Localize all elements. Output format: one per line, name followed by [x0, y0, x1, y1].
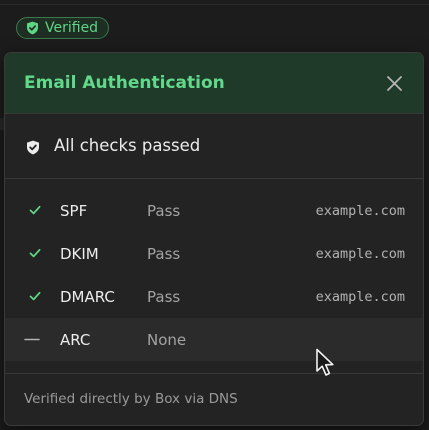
email-authentication-popover: Email Authentication All checks passed S… — [4, 52, 424, 426]
check-row-arc: ARC None — [5, 318, 423, 361]
popover-footer: Verified directly by Box via DNS — [5, 373, 423, 425]
check-domain: example.com — [315, 246, 405, 262]
check-result: Pass — [147, 245, 181, 263]
summary-section: All checks passed — [5, 114, 423, 179]
verified-badge-label: Verified — [45, 20, 99, 36]
check-name: DMARC — [60, 288, 115, 306]
footer-text: Verified directly by Box via DNS — [24, 391, 238, 407]
background-divider — [0, 4, 429, 5]
check-result: None — [147, 331, 187, 349]
check-icon — [29, 204, 41, 216]
check-domain: example.com — [315, 289, 405, 305]
check-result: Pass — [147, 288, 181, 306]
popover-header: Email Authentication — [5, 53, 423, 114]
checks-list: SPF Pass example.com DKIM Pass example.c… — [5, 189, 423, 361]
page: Verified Email Authentication All checks — [0, 0, 429, 430]
check-row-dmarc: DMARC Pass example.com — [5, 275, 423, 318]
popover-title: Email Authentication — [24, 73, 225, 93]
verified-badge[interactable]: Verified — [16, 17, 110, 39]
check-result: Pass — [147, 202, 181, 220]
check-icon — [29, 290, 41, 302]
check-row-dkim: DKIM Pass example.com — [5, 232, 423, 275]
shield-check-icon — [26, 21, 39, 35]
dash-icon — [24, 338, 40, 341]
check-name: DKIM — [60, 245, 99, 263]
check-name: ARC — [60, 331, 91, 349]
shield-check-icon — [26, 140, 40, 155]
summary-text: All checks passed — [54, 136, 201, 155]
check-name: SPF — [60, 202, 88, 220]
check-icon — [29, 247, 41, 259]
check-domain: example.com — [315, 203, 405, 219]
close-icon — [386, 75, 403, 92]
check-row-spf: SPF Pass example.com — [5, 189, 423, 232]
close-button[interactable] — [386, 75, 403, 92]
